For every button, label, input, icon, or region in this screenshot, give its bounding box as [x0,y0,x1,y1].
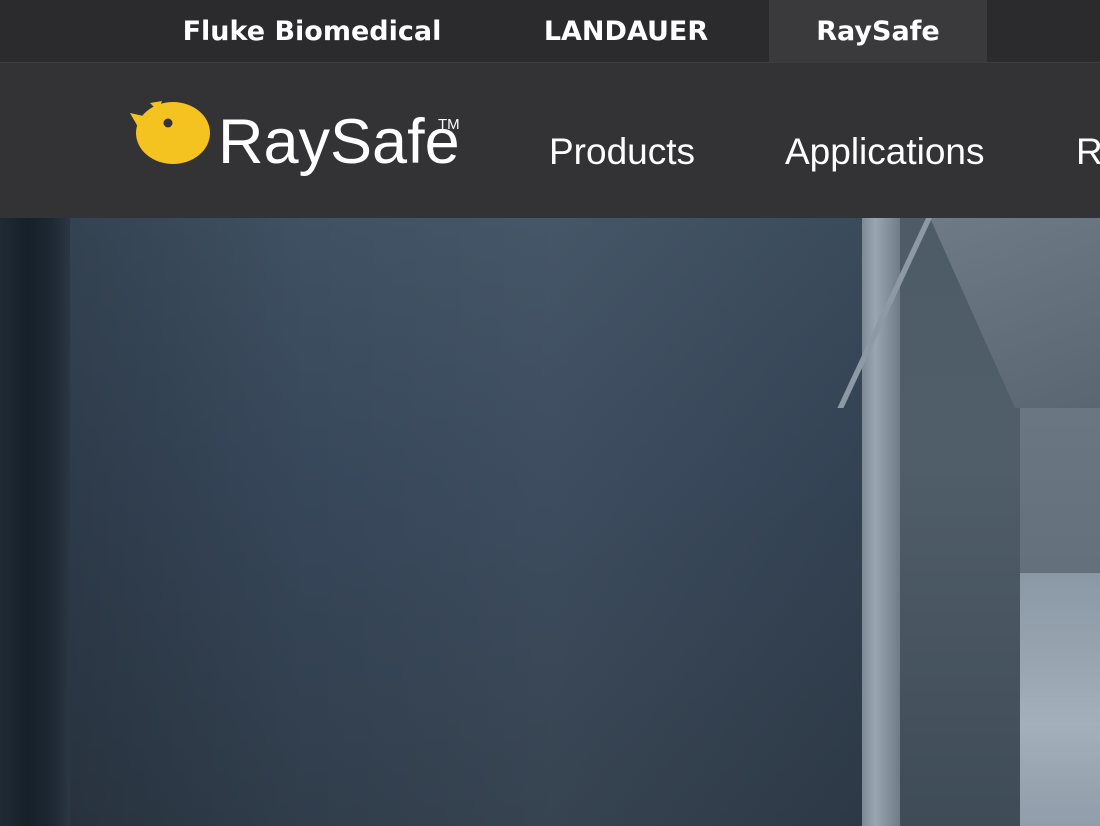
brand-bar: Fluke Biomedical LANDAUER RaySafe [0,0,1100,62]
hero-pillar [862,218,900,826]
nav-item-truncated[interactable]: R [1076,131,1100,173]
logo-trademark: TM [438,116,460,133]
nav-applications[interactable]: Applications [785,131,985,173]
raysafe-logo[interactable]: RaySafe TM [128,91,468,181]
hero-cabinet [1020,573,1100,826]
hero-image [0,218,1100,826]
hero-panel-shade [70,218,865,826]
nav-products[interactable]: Products [549,131,695,173]
brand-tab-landauer[interactable]: LANDAUER [520,0,732,62]
chick-icon [130,101,210,164]
brand-tab-fluke-biomedical[interactable]: Fluke Biomedical [168,0,456,62]
logo-wordmark: RaySafe [218,107,460,177]
hero-left-frame [0,218,70,826]
brand-tab-raysafe[interactable]: RaySafe [769,0,987,62]
main-header: RaySafe TM Products Applications R [0,62,1100,218]
